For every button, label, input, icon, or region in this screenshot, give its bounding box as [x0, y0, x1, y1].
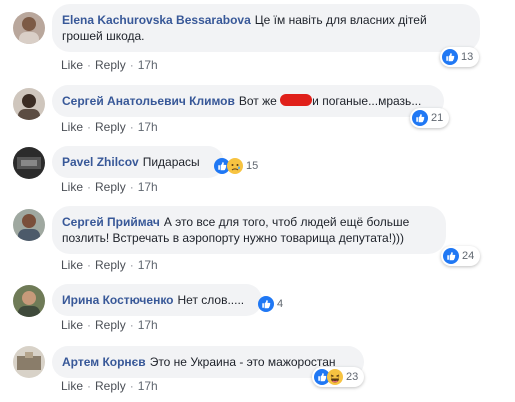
- like-icon: [258, 296, 274, 312]
- comment-bubble: Ирина Костюченко Нет слов.....: [52, 284, 262, 316]
- comment-actions: Like · Reply · 17h: [61, 379, 158, 393]
- timestamp[interactable]: 17h: [138, 120, 158, 134]
- comment-actions: Like · Reply · 17h: [61, 120, 158, 134]
- author-name[interactable]: Сергей Приймач: [62, 215, 160, 229]
- comment-text: А это все для того, чтоб людей ещё больш…: [163, 215, 410, 229]
- timestamp[interactable]: 17h: [138, 258, 158, 272]
- comment-bubble: Сергей Анатольевич Климов Вот же и поганы…: [52, 85, 444, 117]
- like-icon: [442, 49, 458, 65]
- like-link[interactable]: Like: [61, 58, 83, 72]
- avatar[interactable]: [13, 147, 45, 179]
- avatar[interactable]: [13, 88, 45, 120]
- comment-text-line2: грошей шкода.: [62, 29, 145, 43]
- reaction-count: 13: [461, 51, 474, 63]
- reply-link[interactable]: Reply: [95, 318, 126, 332]
- reply-link[interactable]: Reply: [95, 258, 126, 272]
- reaction-count: 4: [277, 298, 284, 310]
- comment-actions: Like · Reply · 17h: [61, 258, 158, 272]
- avatar[interactable]: [13, 12, 45, 44]
- comment-text: Вот же: [238, 94, 277, 108]
- timestamp[interactable]: 17h: [138, 379, 158, 393]
- reaction-count: 15: [246, 160, 259, 172]
- reaction-summary[interactable]: 21: [410, 108, 450, 128]
- author-name[interactable]: Elena Kachurovska Bessarabova: [62, 13, 251, 27]
- reaction-summary[interactable]: 15: [214, 156, 258, 176]
- reply-link[interactable]: Reply: [95, 180, 126, 194]
- like-link[interactable]: Like: [61, 379, 83, 393]
- reply-link[interactable]: Reply: [95, 58, 126, 72]
- timestamp[interactable]: 17h: [138, 180, 158, 194]
- like-icon: [443, 248, 459, 264]
- comment-bubble: Сергей Приймач А это все для того, чтоб л…: [52, 206, 446, 254]
- reaction-summary[interactable]: 13: [440, 47, 480, 67]
- avatar[interactable]: [13, 346, 45, 378]
- sad-icon: [227, 158, 243, 174]
- comment-actions: Like · Reply · 17h: [61, 318, 158, 332]
- reaction-summary[interactable]: 4: [258, 294, 283, 314]
- author-name[interactable]: Pavel Zhilcov: [62, 155, 139, 169]
- avatar[interactable]: [13, 209, 45, 241]
- comment-bubble: Elena Kachurovska Bessarabova Це їм навіт…: [52, 4, 480, 52]
- author-name[interactable]: Сергей Анатольевич Климов: [62, 94, 235, 108]
- avatar[interactable]: [13, 285, 45, 317]
- reaction-count: 23: [346, 371, 359, 383]
- timestamp[interactable]: 17h: [138, 318, 158, 332]
- reply-link[interactable]: Reply: [95, 379, 126, 393]
- comment-text: Нет слов.....: [177, 293, 245, 307]
- reaction-summary[interactable]: 24: [441, 246, 481, 266]
- reaction-count: 24: [462, 250, 475, 262]
- comment-text-end: и поганые...мразь...: [312, 94, 422, 108]
- reply-link[interactable]: Reply: [95, 120, 126, 134]
- like-link[interactable]: Like: [61, 258, 83, 272]
- like-icon: [412, 110, 428, 126]
- like-link[interactable]: Like: [61, 120, 83, 134]
- comment-text: Пидарасы: [142, 155, 200, 169]
- author-name[interactable]: Ирина Костюченко: [62, 293, 174, 307]
- comment-actions: Like · Reply · 17h: [61, 58, 158, 72]
- comment-text: Это не Украина - это мажоростан: [149, 355, 336, 369]
- comment-text: Це їм навіть для власних дітей: [254, 13, 427, 27]
- comment-bubble: Pavel Zhilcov Пидарасы: [52, 146, 224, 178]
- reaction-summary[interactable]: 23: [312, 367, 365, 387]
- haha-icon: [327, 369, 343, 385]
- redaction-mark: [280, 94, 313, 106]
- like-link[interactable]: Like: [61, 180, 83, 194]
- like-link[interactable]: Like: [61, 318, 83, 332]
- reaction-count: 21: [431, 112, 444, 124]
- timestamp[interactable]: 17h: [138, 58, 158, 72]
- comment-text-line2: позлить! Встречать в аэропорту нужно тов…: [62, 231, 405, 245]
- comment-actions: Like · Reply · 17h: [61, 180, 158, 194]
- author-name[interactable]: Артем Корнєв: [62, 355, 146, 369]
